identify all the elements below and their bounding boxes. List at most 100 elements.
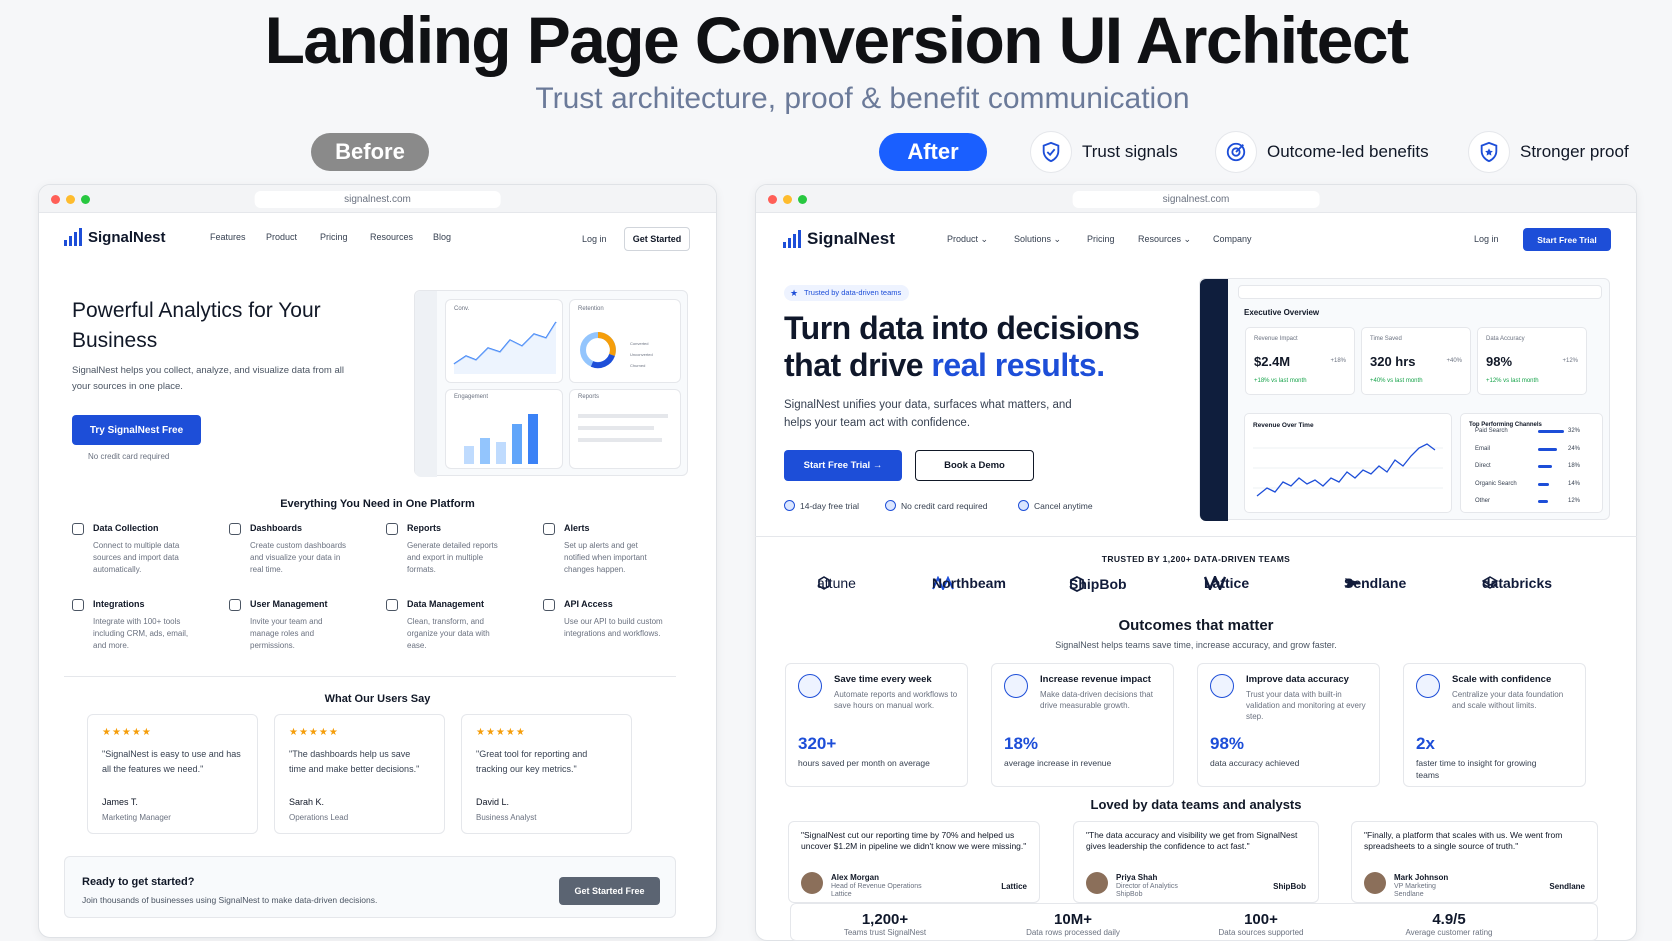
kpi-g: +40% [1446, 358, 1462, 364]
review-card: "Finally, a platform that scales with us… [1351, 821, 1598, 903]
divider [64, 676, 676, 677]
feature-description: Clean, transform, and organize your data… [407, 617, 490, 650]
channel-name: Other [1475, 498, 1491, 504]
nav-pricing[interactable]: Pricing [1087, 234, 1115, 244]
maximize-dot[interactable] [798, 195, 807, 204]
avatar [1086, 872, 1108, 894]
review-quote: "The data accuracy and visibility we get… [1086, 830, 1298, 851]
check-cancel: Cancel anytime [1018, 500, 1093, 511]
address-bar[interactable]: signalnest.com [254, 191, 501, 208]
outcome-heading: Increase revenue impact [1040, 674, 1151, 685]
mockup-card-title: Reports [578, 394, 600, 400]
logo-lattice: Lattice [1204, 575, 1250, 591]
trusted-by-label: TRUSTED BY 1,200+ DATA-DRIVEN TEAMS [1101, 554, 1291, 564]
chevron-down-icon: ⌄ [1183, 234, 1192, 244]
get-started-button[interactable]: Get Started [624, 227, 690, 251]
nav-solutions[interactable]: Solutions ⌄ [1014, 234, 1061, 245]
minimize-dot[interactable] [66, 195, 75, 204]
channel-row: Paid Search 32% [1475, 428, 1580, 436]
channel-bar [1538, 482, 1550, 486]
logo-attune: attune [817, 575, 856, 591]
logo-shipbob: ShipBob [1069, 576, 1127, 592]
review-quote: "SignalNest cut our reporting time by 70… [801, 830, 1027, 851]
dashboard-sidebar [1200, 279, 1228, 521]
before-logo[interactable]: SignalNest [64, 228, 166, 246]
kpi-a: Time Saved [1370, 336, 1402, 342]
nav-company[interactable]: Company [1213, 234, 1252, 244]
dashboard-search[interactable] [1238, 285, 1602, 299]
outcome-icon [798, 674, 822, 698]
nav-product[interactable]: Product [266, 232, 297, 242]
mockup-sidebar [415, 291, 437, 477]
outcome-number: 18% [1004, 734, 1039, 753]
outcome-heading: Scale with confidence [1452, 674, 1552, 685]
outcome-caption: data accuracy achieved [1210, 758, 1300, 768]
nav-product[interactable]: Product ⌄ [947, 234, 988, 245]
channel-value: 12% [1567, 498, 1580, 504]
channel-value: 14% [1567, 480, 1580, 487]
feature-title: Alerts [564, 523, 590, 533]
nav-blog[interactable]: Blog [433, 232, 451, 242]
reviewer-title: Director of Analytics [1116, 883, 1178, 890]
reviewer-company: Sendlane [1394, 891, 1424, 898]
start-trial-nav-button[interactable]: Start Free Trial [1523, 228, 1611, 251]
outcome-card: Improve data accuracy Trust your data wit… [1197, 663, 1380, 787]
feature-icon [386, 599, 398, 611]
cta-title: Ready to get started? [82, 876, 195, 888]
try-free-button[interactable]: Try SignalNest Free [72, 415, 201, 445]
after-logo[interactable]: SignalNest [783, 229, 895, 249]
get-started-free-button[interactable]: Get Started Free [559, 877, 660, 905]
after-label: After [879, 133, 987, 171]
hero-title: Powerful Analytics for Your Business [72, 299, 321, 352]
channel-name: Paid Search [1475, 428, 1508, 434]
outcome-description: Centralize your data foundation and scal… [1452, 690, 1564, 710]
channel-bar [1538, 447, 1558, 451]
outcome-number: 320+ [798, 734, 837, 753]
kpi-e: +12% vs last month [1486, 378, 1539, 384]
kpi-b: 320 hrs [1370, 354, 1416, 369]
before-label: Before [311, 133, 429, 171]
login-link[interactable]: Log in [582, 234, 607, 244]
minimize-dot[interactable] [783, 195, 792, 204]
cta-description: Join thousands of businesses using Signa… [82, 895, 378, 905]
stat-item: 10M+ Data rows processed daily [978, 911, 1168, 937]
address-bar[interactable]: signalnest.com [1072, 191, 1320, 208]
maximize-dot[interactable] [81, 195, 90, 204]
start-trial-button[interactable]: Start Free Trial → [784, 450, 902, 481]
kpi-e: +40% vs last month [1370, 378, 1423, 384]
kpi-card: Time Saved 320 hrs +40% +40% vs last month [1361, 327, 1471, 395]
login-link[interactable]: Log in [1474, 234, 1499, 244]
dashboard-title: Executive Overview [1244, 308, 1320, 317]
testimonial-quote: "Great tool for reporting and tracking o… [476, 749, 588, 774]
nav-resources[interactable]: Resources ⌄ [1138, 234, 1191, 245]
reviewer-name: Mark Johnson [1394, 873, 1449, 882]
close-dot[interactable] [51, 195, 60, 204]
testimonial-role: Business Analyst [476, 813, 537, 822]
nav-pricing[interactable]: Pricing [320, 232, 348, 242]
outcome-heading: Improve data accuracy [1246, 674, 1349, 685]
outcome-icon [1210, 674, 1234, 698]
bars-logo-icon [783, 230, 801, 248]
stat-item: 100+ Data sources supported [1166, 911, 1356, 937]
shield-star-icon [1468, 131, 1510, 173]
close-dot[interactable] [768, 195, 777, 204]
testimonial-role: Operations Lead [289, 813, 349, 822]
book-demo-button[interactable]: Book a Demo [915, 450, 1034, 481]
kpi-b: $2.4M [1254, 354, 1291, 369]
outcome-description: Make data-driven decisions that drive me… [1040, 690, 1153, 710]
feature-icon [386, 523, 398, 535]
feature-icon [543, 599, 555, 611]
chart-title: Revenue Over Time [1253, 422, 1314, 429]
nav-resources[interactable]: Resources [370, 232, 413, 242]
target-icon [1215, 131, 1257, 173]
nav-features[interactable]: Features [210, 232, 246, 242]
outcomes-title: Outcomes that matter [1118, 617, 1274, 634]
mockup-reports-card: Reports [569, 389, 681, 469]
feature-description: Invite your team and manage roles and pe… [250, 617, 323, 650]
review-card: "SignalNest cut our reporting time by 70… [788, 821, 1040, 903]
trusted-badge: ★ Trusted by data-driven teams [784, 285, 910, 301]
logo-databricks: databricks [1482, 575, 1553, 591]
channel-value: 32% [1567, 428, 1580, 434]
feature-icon [229, 523, 241, 535]
channel-name: Organic Search [1475, 480, 1517, 487]
